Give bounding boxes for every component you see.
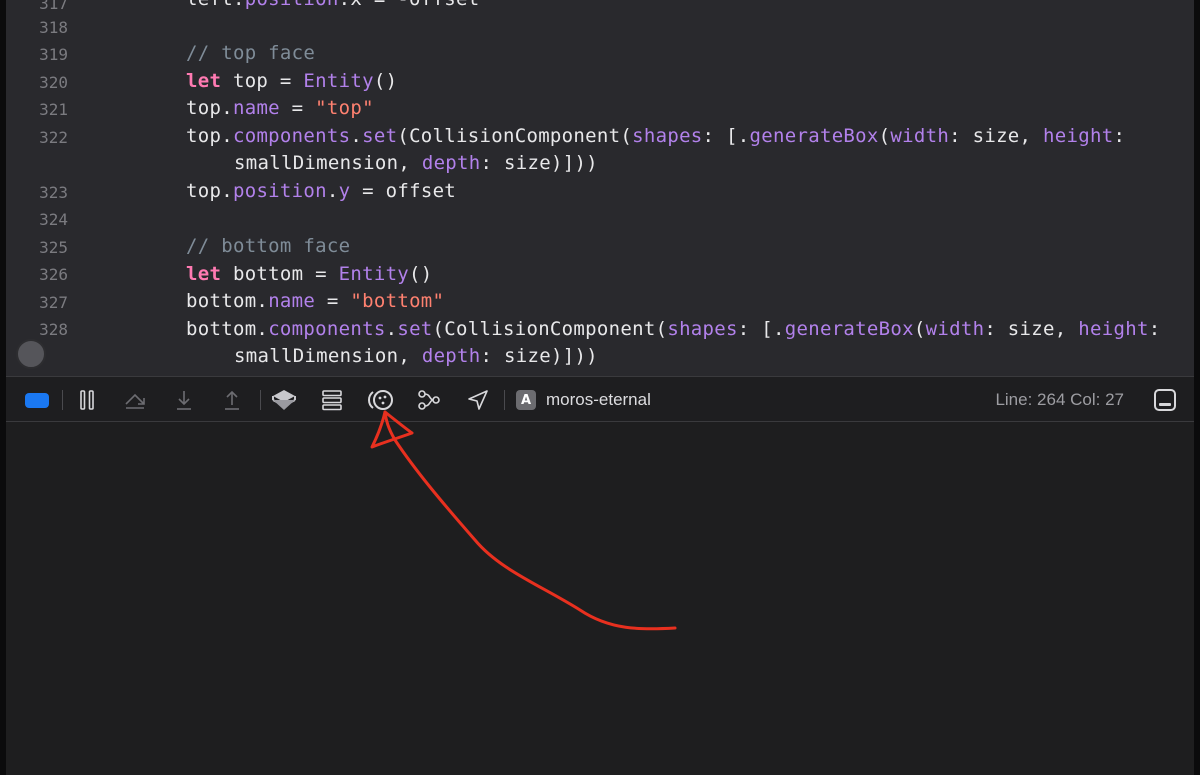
annotation-arrow xyxy=(370,410,677,631)
